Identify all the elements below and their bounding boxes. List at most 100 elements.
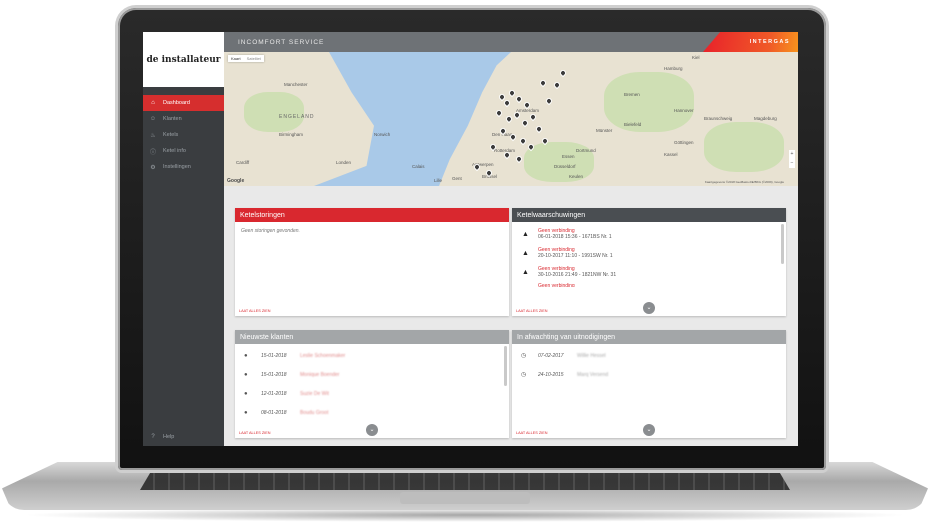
scrollbar[interactable] xyxy=(781,224,784,264)
map-label: ENGELAND xyxy=(279,114,315,120)
see-all-link[interactable]: LAAT ALLES ZIEN xyxy=(516,431,548,435)
table-row[interactable]: ● 12-01-2018 Suzie De Wit xyxy=(244,384,503,403)
map-label: Gent xyxy=(452,176,462,181)
map-type-satellite[interactable]: Satelliet xyxy=(244,55,264,62)
table-row[interactable]: ◷ 24-10-2015 Marq Versend xyxy=(521,365,780,384)
table-row[interactable]: ● 15-01-2018 Monique Boender xyxy=(244,365,503,384)
laptop-keyboard xyxy=(140,468,790,490)
sidebar-nav: ⌂ Dashboard ☺ Klanten ♨ Ketels ⓘ Ketel i… xyxy=(143,95,224,175)
map-label: Düsseldorf xyxy=(554,164,576,169)
panel-title: Ketelstoringen xyxy=(235,208,509,222)
sidebar-item-instellingen[interactable]: ⚙ Instellingen xyxy=(143,159,224,175)
map-type-map[interactable]: Kaart xyxy=(228,55,244,62)
row-date: 12-01-2018 xyxy=(261,390,287,397)
map-label: Braunschweig xyxy=(704,116,733,121)
panel-body: Geen storingen gevonden. LAAT ALLES ZIEN xyxy=(235,222,509,316)
row-name[interactable]: Leslie Schoenmaker xyxy=(300,353,345,359)
map-label: Kassel xyxy=(664,152,678,157)
panel-ketelwaarschuwingen: Ketelwaarschuwingen ▲ Geen verbinding 06… xyxy=(512,208,786,316)
user-icon: ● xyxy=(244,371,248,378)
warning-icon: ▲ xyxy=(522,230,529,238)
users-icon: ☺ xyxy=(149,116,157,122)
user-icon: ● xyxy=(244,352,248,359)
row-date: 08-01-2018 xyxy=(261,409,287,416)
panel-uitnodigingen: In afwachting van uitnodigingen ◷ 07-02-… xyxy=(512,330,786,438)
brand-logo[interactable]: de installateur xyxy=(143,32,224,87)
user-icon: ● xyxy=(244,390,248,397)
sidebar: de installateur ⌂ Dashboard ☺ Klanten ♨ … xyxy=(143,32,224,446)
row-name[interactable]: Monique Boender xyxy=(300,372,339,378)
empty-message: Geen storingen gevonden. xyxy=(241,228,300,234)
map-label: Magdeburg xyxy=(754,116,777,121)
map-label: Cardiff xyxy=(236,160,250,165)
scrollbar[interactable] xyxy=(504,346,507,386)
map-label: Norwich xyxy=(374,132,391,137)
sidebar-item-label: Ketel info xyxy=(163,148,186,154)
map-label: Keulen xyxy=(569,174,584,179)
row-name[interactable]: Suzie De Wit xyxy=(300,391,329,397)
sidebar-item-label: Ketels xyxy=(163,132,179,138)
map-label: Kiel xyxy=(692,55,700,60)
map-green-area xyxy=(704,122,784,172)
chevron-down-icon[interactable]: ⌄ xyxy=(643,302,655,314)
map-label: Londen xyxy=(336,160,352,165)
table-row[interactable]: ● 15-01-2018 Leslie Schoenmaker xyxy=(244,346,503,365)
flame-icon: ♨ xyxy=(150,132,156,139)
row-name[interactable]: Willie Hessel xyxy=(577,353,606,359)
list-item[interactable]: ▲ Geen verbinding 30-10-2016 21:49 - 182… xyxy=(522,266,780,278)
row-date: 07-02-2017 xyxy=(538,352,564,359)
map[interactable]: ENGELAND Londen Birmingham Cardiff Manch… xyxy=(224,52,798,186)
see-all-link[interactable]: LAAT ALLES ZIEN xyxy=(516,309,548,313)
map-credits: Kaartgegevens ©2018 GeoBasis-DE/BKG (©20… xyxy=(704,180,784,184)
list-item[interactable]: ▲ Geen verbinding 20-10-2017 11:10 - 199… xyxy=(522,247,780,259)
panel-title: Ketelwaarschuwingen xyxy=(512,208,786,222)
row-date: 15-01-2018 xyxy=(261,352,287,359)
list-item[interactable]: ▲ Geen verbinding 06-01-2018 15:36 - 167… xyxy=(522,228,780,240)
warning-detail: 06-01-2018 15:36 - 1671BS Nr. 1 xyxy=(538,234,612,240)
map-label: Hannover xyxy=(674,108,694,113)
chevron-down-icon[interactable]: ⌄ xyxy=(366,424,378,436)
map-type-toggle[interactable]: Kaart Satelliet xyxy=(228,55,264,62)
warning-icon: ▲ xyxy=(522,268,529,276)
row-name[interactable]: Marq Versend xyxy=(577,372,608,378)
map-label: Hamburg xyxy=(664,66,683,71)
map-label: Lille xyxy=(434,178,443,183)
table-row[interactable]: ◷ 07-02-2017 Willie Hessel xyxy=(521,346,780,365)
table-row[interactable]: ● 08-01-2018 Boudu Groot xyxy=(244,403,503,422)
sidebar-item-klanten[interactable]: ☺ Klanten xyxy=(143,111,224,127)
sidebar-item-label: Dashboard xyxy=(163,100,190,106)
gear-icon: ⚙ xyxy=(150,164,156,171)
panel-title: Nieuwste klanten xyxy=(235,330,509,344)
map-zoom-control[interactable]: + − xyxy=(789,150,795,168)
see-all-link[interactable]: LAAT ALLES ZIEN xyxy=(239,309,271,313)
user-icon: ● xyxy=(244,409,248,416)
info-icon: ⓘ xyxy=(149,149,156,156)
map-label: Manchester xyxy=(284,82,308,87)
sidebar-item-ketels[interactable]: ♨ Ketels xyxy=(143,127,224,143)
clock-icon: ◷ xyxy=(521,372,527,378)
panel-nieuwste-klanten: Nieuwste klanten ● 15-01-2018 Leslie Sch… xyxy=(235,330,509,438)
warning-detail: 30-10-2016 21:49 - 1821NW Nr. 31 xyxy=(538,272,617,278)
warning-title-partial: Geen verbinding xyxy=(538,283,575,287)
laptop-screen: de installateur ⌂ Dashboard ☺ Klanten ♨ … xyxy=(143,32,798,446)
sidebar-item-dashboard[interactable]: ⌂ Dashboard xyxy=(143,95,224,111)
sidebar-item-label: Instellingen xyxy=(163,164,191,170)
warning-detail: 20-10-2017 11:10 - 1991SW Nr. 1 xyxy=(538,253,613,259)
warning-icon: ▲ xyxy=(522,249,529,257)
panel-ketelstoringen: Ketelstoringen Geen storingen gevonden. … xyxy=(235,208,509,316)
row-date: 15-01-2018 xyxy=(261,371,287,378)
row-name[interactable]: Boudu Groot xyxy=(300,410,328,416)
help-label: Help xyxy=(163,434,175,440)
see-all-link[interactable]: LAAT ALLES ZIEN xyxy=(239,431,271,435)
help-link[interactable]: ? Help xyxy=(149,434,174,440)
row-date: 24-10-2015 xyxy=(538,371,564,378)
laptop-trackpad xyxy=(400,492,530,504)
chevron-down-icon[interactable]: ⌄ xyxy=(643,424,655,436)
map-label: Göttingen xyxy=(674,140,694,145)
map-green-area xyxy=(244,92,304,132)
panel-body: ▲ Geen verbinding 06-01-2018 15:36 - 167… xyxy=(512,222,786,316)
map-green-area xyxy=(604,72,694,132)
clock-icon: ◷ xyxy=(521,353,527,359)
sidebar-item-ketel-info[interactable]: ⓘ Ketel info xyxy=(143,143,224,159)
home-icon: ⌂ xyxy=(151,100,155,106)
